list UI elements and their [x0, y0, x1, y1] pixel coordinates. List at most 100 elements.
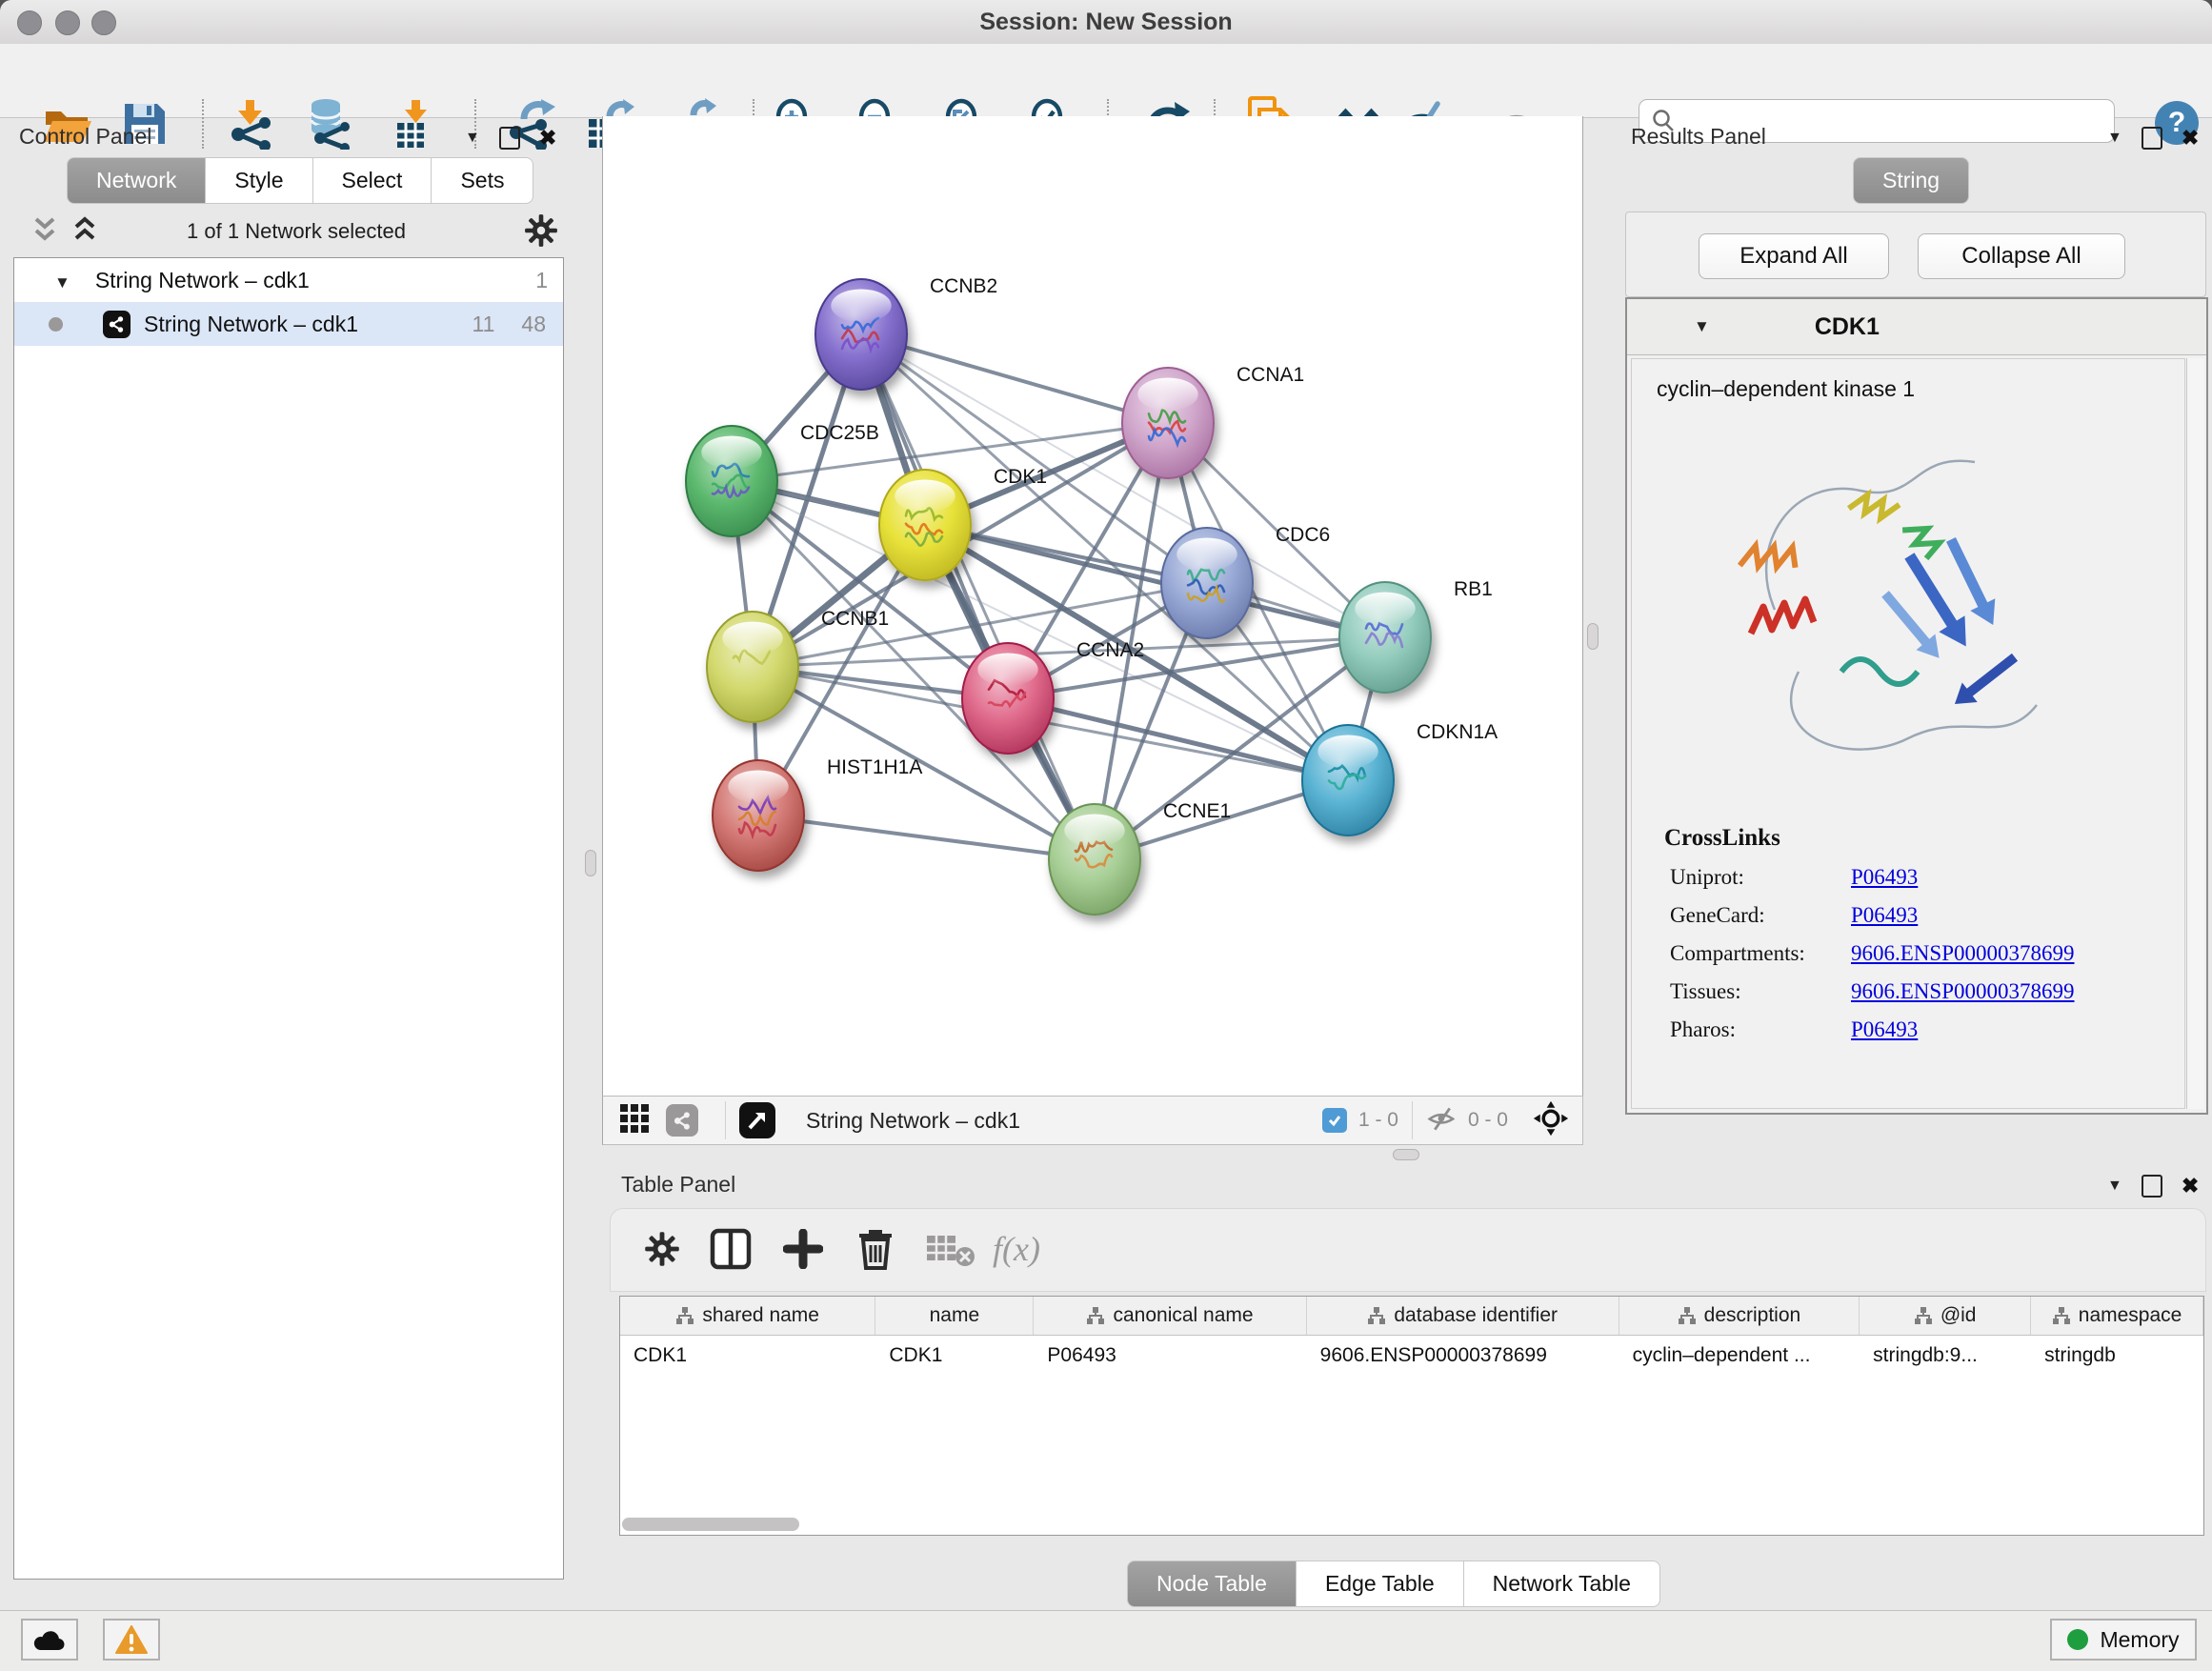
- delete-table-icon[interactable]: [925, 1224, 975, 1274]
- column-header-name[interactable]: name: [875, 1297, 1034, 1335]
- create-column-plus-icon[interactable]: [778, 1224, 828, 1274]
- grid-mode-icon[interactable]: [618, 1102, 651, 1139]
- network-collection-row[interactable]: String Network – cdk1 1: [14, 258, 563, 302]
- hidden-eye-slash-icon[interactable]: [1426, 1104, 1458, 1137]
- panel-float-icon[interactable]: [2142, 127, 2162, 150]
- tab-node-table[interactable]: Node Table: [1127, 1560, 1297, 1607]
- crosslink-compartments-[interactable]: 9606.ENSP00000378699: [1851, 941, 2075, 966]
- table-cell[interactable]: stringdb:9...: [1860, 1336, 2031, 1376]
- collapse-all-button[interactable]: Collapse All: [1918, 233, 2125, 279]
- left-splitter-handle[interactable]: [585, 850, 596, 876]
- network-node-ccnb1[interactable]: [707, 612, 798, 722]
- column-header-database-identifier[interactable]: database identifier: [1307, 1297, 1619, 1335]
- network-node-ccnb2[interactable]: [815, 279, 907, 390]
- collection-expand-icon[interactable]: [54, 268, 70, 293]
- results-panel-title: Results Panel: [1631, 124, 1766, 150]
- tab-network[interactable]: Network: [67, 157, 206, 204]
- crosslink-tissues-[interactable]: 9606.ENSP00000378699: [1851, 979, 2075, 1004]
- network-node-hist1h1a[interactable]: [713, 760, 804, 871]
- string-network-icon: [103, 311, 131, 338]
- tab-edge-table[interactable]: Edge Table: [1297, 1560, 1464, 1607]
- current-network-dot: [49, 317, 63, 332]
- network-node-cdc25b[interactable]: [686, 426, 777, 536]
- table-row[interactable]: CDK1CDK1P064939606.ENSP00000378699cyclin…: [620, 1336, 2203, 1376]
- tab-network-table[interactable]: Network Table: [1464, 1560, 1660, 1607]
- expand-all-button[interactable]: Expand All: [1699, 233, 1889, 279]
- column-header-label: @id: [1941, 1304, 1977, 1327]
- show-columns-icon[interactable]: [706, 1224, 755, 1274]
- table-cell[interactable]: stringdb: [2031, 1336, 2203, 1376]
- column-header--id[interactable]: @id: [1860, 1297, 2031, 1335]
- column-namespace-icon: [1914, 1306, 1933, 1325]
- column-header-namespace[interactable]: namespace: [2031, 1297, 2203, 1335]
- pan-crosshair-icon[interactable]: [1533, 1100, 1569, 1141]
- network-selection-status: 1 of 1 Network selected: [0, 219, 593, 244]
- network-edge[interactable]: [758, 815, 1095, 859]
- tab-string[interactable]: String: [1853, 157, 1969, 204]
- birds-eye-view-icon[interactable]: [739, 1102, 775, 1138]
- column-header-description[interactable]: description: [1619, 1297, 1860, 1335]
- gene-details-box: CDK1 cyclin–dependent kinase 1: [1625, 297, 2208, 1115]
- network-view-canvas[interactable]: CCNB2CCNA1CDC25BCDK1CDC6RB1CCNB1CCNA2CDK…: [602, 116, 1583, 1096]
- network-edges: [732, 334, 1385, 859]
- panel-close-icon[interactable]: [2182, 126, 2199, 151]
- table-cell[interactable]: cyclin–dependent ...: [1619, 1336, 1860, 1376]
- panel-float-icon[interactable]: [2142, 1175, 2162, 1198]
- control-panel-tabs: NetworkStyleSelectSets: [67, 157, 533, 204]
- network-node-cdkn1a[interactable]: [1302, 725, 1394, 836]
- network-row-selected[interactable]: String Network – cdk1 11 48: [14, 302, 563, 346]
- panel-menu-icon[interactable]: [465, 130, 480, 147]
- table-options-gear-icon[interactable]: [637, 1224, 687, 1274]
- panel-close-icon[interactable]: [2182, 1174, 2199, 1198]
- table-cell[interactable]: CDK1: [620, 1336, 875, 1376]
- network-edge[interactable]: [861, 334, 1095, 859]
- node-label-ccna2: CCNA2: [1076, 639, 1144, 661]
- crosslink-label: Compartments:: [1670, 941, 1851, 966]
- right-splitter-handle[interactable]: [1587, 623, 1599, 650]
- network-node-ccne1[interactable]: [1049, 804, 1140, 915]
- table-cell[interactable]: P06493: [1034, 1336, 1306, 1376]
- column-header-canonical-name[interactable]: canonical name: [1034, 1297, 1306, 1335]
- network-node-rb1[interactable]: [1339, 582, 1431, 693]
- table-cell[interactable]: 9606.ENSP00000378699: [1307, 1336, 1619, 1376]
- panel-menu-icon[interactable]: [2107, 130, 2122, 147]
- status-bar: Memory: [0, 1610, 2212, 1671]
- column-header-label: namespace: [2079, 1304, 2182, 1327]
- crosslink-genecard-[interactable]: P06493: [1851, 903, 1918, 928]
- table-horizontal-scrollbar[interactable]: [622, 1518, 799, 1531]
- warning-status-button[interactable]: [103, 1619, 160, 1661]
- column-header-label: canonical name: [1113, 1304, 1253, 1327]
- panel-float-icon[interactable]: [499, 127, 520, 150]
- node-label-ccna1: CCNA1: [1237, 364, 1304, 386]
- column-header-shared-name[interactable]: shared name: [620, 1297, 875, 1335]
- gene-symbol: CDK1: [1815, 313, 1880, 341]
- tab-sets[interactable]: Sets: [432, 157, 533, 204]
- table-cell[interactable]: CDK1: [875, 1336, 1034, 1376]
- node-table[interactable]: shared namename canonical name database id…: [619, 1296, 2204, 1536]
- panel-close-icon[interactable]: [539, 126, 556, 151]
- tab-select[interactable]: Select: [313, 157, 432, 204]
- network-node-cdc6[interactable]: [1161, 528, 1253, 638]
- cloud-status-button[interactable]: [21, 1619, 78, 1661]
- network-node-ccna2[interactable]: [962, 643, 1054, 754]
- crosslink-uniprot-[interactable]: P06493: [1851, 865, 1918, 890]
- view-mode-share-icon[interactable]: [666, 1104, 698, 1137]
- network-node-cdk1[interactable]: [879, 470, 971, 580]
- tab-style[interactable]: Style: [206, 157, 312, 204]
- gene-collapse-icon[interactable]: [1694, 317, 1710, 336]
- memory-button[interactable]: Memory: [2050, 1619, 2197, 1661]
- panel-menu-icon[interactable]: [2107, 1178, 2122, 1195]
- selected-checkbox-icon[interactable]: [1322, 1108, 1347, 1133]
- crosslink-row: GeneCard:P06493: [1670, 903, 2184, 928]
- results-scrollbar[interactable]: [2186, 358, 2204, 1109]
- gene-header-row[interactable]: CDK1: [1627, 299, 2206, 355]
- delete-column-trash-icon[interactable]: [851, 1224, 900, 1274]
- network-options-gear-icon[interactable]: [522, 211, 560, 254]
- crosslink-pharos-[interactable]: P06493: [1851, 1017, 1918, 1042]
- network-edge[interactable]: [861, 334, 1168, 423]
- network-node-ccna1[interactable]: [1122, 368, 1214, 478]
- crosslink-label: Tissues:: [1670, 979, 1851, 1004]
- node-label-cdc25b: CDC25B: [800, 422, 879, 444]
- crosslinks-heading: CrossLinks: [1664, 825, 2184, 852]
- function-builder-icon[interactable]: f(x): [992, 1224, 1041, 1274]
